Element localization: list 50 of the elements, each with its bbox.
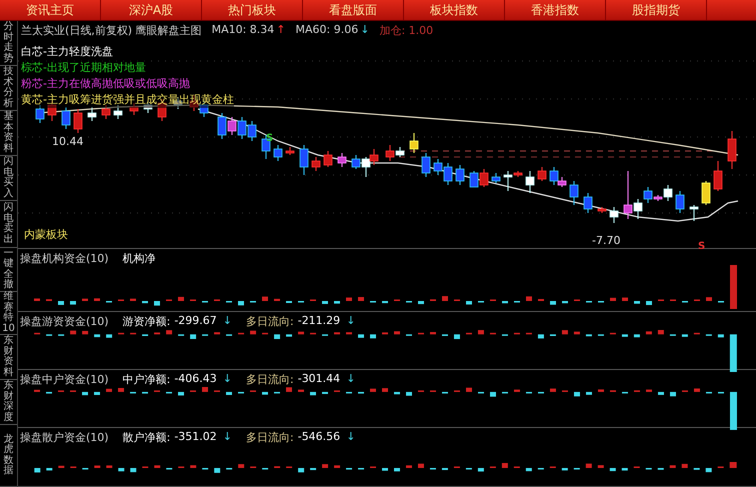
sidebar-item[interactable]: 技术分析 bbox=[0, 66, 17, 112]
sidebar-item[interactable]: 基本资料 bbox=[0, 111, 17, 156]
reading-label: 机构净 bbox=[122, 250, 156, 266]
sidebar-item[interactable]: 闪电卖出 bbox=[0, 201, 17, 248]
sidebar-item[interactable]: 闪电买入 bbox=[0, 156, 17, 202]
trend-arrow: ↓ bbox=[346, 314, 356, 330]
menu-tab[interactable]: 香港指数 bbox=[505, 0, 606, 20]
trend-arrow: ↓ bbox=[346, 430, 356, 446]
trend-arrow: ↑ bbox=[276, 23, 286, 38]
reading-value: -299.67 bbox=[174, 314, 217, 330]
menu-tab[interactable]: 看盘版面 bbox=[303, 0, 404, 20]
menu-tab[interactable]: 股指期货 bbox=[606, 0, 707, 20]
panel-title: 操盘游资资金(10) bbox=[20, 314, 109, 330]
panel-title: 操盘中户资金(10) bbox=[20, 372, 109, 388]
reading-label: 多日流向: bbox=[246, 430, 294, 446]
trend-arrow: ↓ bbox=[222, 314, 232, 330]
menu-tab[interactable]: 热门板块 bbox=[202, 0, 303, 20]
price-label: 10.44 bbox=[52, 135, 84, 148]
sidebar-item[interactable]: 维赛特10 bbox=[0, 292, 17, 336]
reading-label: 多日流向: bbox=[246, 314, 294, 330]
reading-value: -546.56 bbox=[298, 430, 340, 446]
sidebar-item[interactable]: 东财深度 bbox=[0, 380, 17, 426]
menu-tab[interactable]: 板块指数 bbox=[404, 0, 505, 20]
reading-value: -406.43 bbox=[174, 372, 217, 388]
sidebar-item[interactable]: 分时走势 bbox=[0, 21, 17, 66]
chart-title: 兰太实业(日线,前复权) 鹰眼解盘主图 bbox=[21, 23, 202, 38]
panel-title: 操盘散户资金(10) bbox=[20, 430, 109, 446]
reading-value: -211.29 bbox=[298, 314, 340, 330]
menu-tab[interactable]: 深沪A股 bbox=[101, 0, 202, 20]
trend-arrow: ↓ bbox=[360, 23, 370, 38]
menu-tab[interactable]: 资讯主页 bbox=[0, 0, 101, 20]
sidebar-item[interactable]: 龙虎数据 bbox=[0, 425, 17, 487]
trend-arrow: ↓ bbox=[346, 372, 356, 388]
sidebar-item[interactable]: 东财资料 bbox=[0, 335, 17, 380]
panel-title: 操盘机构资金(10) bbox=[20, 250, 109, 266]
trend-arrow: ↓ bbox=[222, 372, 232, 388]
reading-value: -351.02 bbox=[174, 430, 217, 446]
indicator-value: 加仓: 1.00 bbox=[379, 23, 434, 38]
signal-mark: S bbox=[266, 133, 274, 144]
reading-label: 游资净额: bbox=[122, 314, 170, 330]
trend-arrow: ↓ bbox=[222, 430, 232, 446]
price-label: -7.70 bbox=[592, 234, 620, 247]
reading-label: 多日流向: bbox=[246, 372, 294, 388]
reading-value: -301.44 bbox=[298, 372, 340, 388]
indicator-value: MA10: 8.34 bbox=[212, 23, 274, 38]
reading-label: 散户净额: bbox=[122, 430, 170, 446]
sector-label: 内蒙板块 bbox=[24, 226, 68, 242]
indicator-value: MA60: 9.06 bbox=[296, 23, 358, 38]
reading-label: 中户净额: bbox=[122, 372, 170, 388]
signal-mark: S bbox=[698, 241, 706, 249]
